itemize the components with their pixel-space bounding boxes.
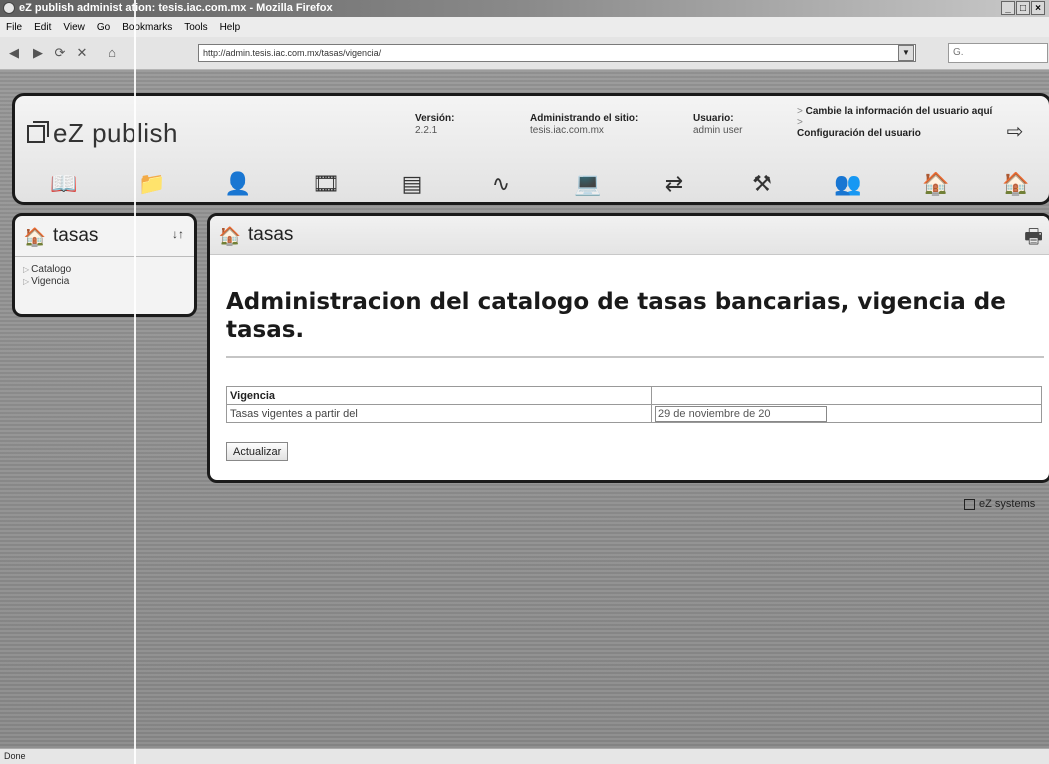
url-dropdown-icon[interactable]: ▼ [898, 45, 914, 61]
window-title: eZ publish administ ation: tesis.iac.com… [19, 2, 333, 14]
house-icon[interactable]: 🏠 [919, 168, 953, 200]
search-input[interactable]: G. [948, 43, 1048, 63]
tools-icon[interactable]: ⚒ [745, 168, 779, 200]
computer-help-icon[interactable]: 💻 [571, 168, 605, 200]
menu-bookmarks[interactable]: Bookmarks [122, 22, 172, 33]
triangle-icon: ▷ [23, 277, 30, 286]
left-panel-title: tasas [53, 225, 99, 246]
menu-help[interactable]: Help [220, 22, 241, 33]
vigencia-table: Vigencia Tasas vigentes a partir del [226, 386, 1042, 423]
user-value: admin user [693, 125, 743, 136]
chart-icon[interactable]: ∿ [484, 168, 518, 200]
firefox-icon [3, 2, 15, 14]
main-panel-title: tasas [248, 224, 294, 245]
list-item-vigencia[interactable]: ▷ Vigencia [23, 276, 71, 288]
collapse-toggle-icon[interactable]: ↓↑ [172, 227, 184, 241]
user-icon[interactable]: 👥 [831, 168, 865, 200]
triangle-icon: ▷ [23, 265, 30, 274]
page-viewport: eZ publish Versión: 2.2.1 Administrando … [0, 70, 1049, 748]
arrows-icon[interactable]: ⇄ [657, 168, 691, 200]
ez-systems-text: eZ systems [979, 498, 1036, 510]
heading-divider [226, 356, 1044, 358]
menu-bar: File Edit View Go Bookmarks Tools Help [0, 17, 1049, 37]
change-user-info-link[interactable]: > Cambie la información del usuario aquí [797, 106, 997, 117]
forward-icon[interactable]: ▶ [30, 45, 46, 61]
version-value: 2.2.1 [415, 125, 438, 136]
url-input[interactable]: http://admin.tesis.iac.com.mx/tasas/vige… [198, 44, 916, 62]
reload-icon[interactable]: ⟳ [52, 45, 68, 61]
main-panel-header: 🏠 tasas 🖶 [210, 216, 1049, 255]
navigation-toolbar: ◀ ▶ ⟳ ✕ ⌂ http://admin.tesis.iac.com.mx/… [0, 37, 1049, 70]
arrow-icon: > [797, 117, 803, 128]
folder-icon[interactable]: 📁 [135, 168, 169, 200]
menu-edit[interactable]: Edit [34, 22, 51, 33]
vertical-guide-line [134, 0, 136, 764]
user-links: > Cambie la información del usuario aquí… [797, 106, 997, 139]
form-icon[interactable]: ▤ [395, 168, 429, 200]
site-label: Administrando el sitio: [530, 113, 639, 124]
logo-text: eZ publish [53, 118, 178, 148]
table-header-row: Vigencia [226, 386, 1042, 405]
logout-icon[interactable]: ⇨ [1003, 120, 1027, 144]
film-icon[interactable]: 🎞 [309, 168, 343, 200]
site-value: tesis.iac.com.mx [530, 125, 604, 136]
admin-header: eZ publish Versión: 2.2.1 Administrando … [12, 93, 1049, 205]
site-info: Administrando el sitio: tesis.iac.com.mx [530, 113, 638, 137]
ez-systems-link[interactable]: eZ systems [964, 498, 1035, 510]
table-header-vigencia: Vigencia [226, 386, 652, 405]
ez-systems-logo-icon [964, 498, 975, 510]
change-user-info-text: Cambie la información del usuario aquí [805, 106, 993, 117]
ez-publish-logo: eZ publish [27, 118, 178, 149]
page-heading: Administracion del catalogo de tasas ban… [226, 289, 1006, 343]
user-info: Usuario: admin user [693, 113, 742, 137]
user-label: Usuario: [693, 113, 734, 124]
back-icon[interactable]: ◀ [6, 45, 22, 61]
row-label: Tasas vigentes a partir del [226, 404, 652, 423]
status-bar: Done [0, 748, 1049, 764]
house-icon: 🏠 [218, 226, 242, 246]
book-icon[interactable]: 📖 [47, 168, 81, 200]
home-nav-icon[interactable]: ⌂ [104, 45, 120, 61]
menu-go[interactable]: Go [97, 22, 110, 33]
minimize-button[interactable]: _ [1001, 1, 1015, 15]
menu-file[interactable]: File [6, 22, 22, 33]
window-controls: _ □ × [1001, 1, 1045, 15]
version-label: Versión: [415, 113, 455, 124]
vigencia-label: Vigencia [31, 276, 70, 287]
admin-toolbar: 📖 📁 👤 🎞 ▤ ∿ 💻 ⇄ ⚒ 👥 🏠 🏠 [39, 168, 1049, 202]
list-item-catalogo[interactable]: ▷ Catalogo [23, 264, 71, 276]
printer-icon[interactable]: 🖶 [1024, 222, 1043, 256]
version-info: Versión: 2.2.1 [415, 113, 454, 137]
maximize-button[interactable]: □ [1016, 1, 1030, 15]
portrait-icon[interactable]: 👤 [221, 168, 255, 200]
table-header-empty [651, 386, 1042, 405]
menu-view[interactable]: View [63, 22, 85, 33]
user-config-link[interactable]: Configuración del usuario [797, 128, 997, 139]
menu-tools[interactable]: Tools [184, 22, 207, 33]
main-panel: 🏠 tasas 🖶 Administracion del catalogo de… [207, 213, 1049, 483]
logo-mark-icon [27, 120, 49, 143]
left-panel-list: ▷ Catalogo ▷ Vigencia [23, 264, 71, 288]
date-input[interactable] [655, 405, 827, 422]
catalogo-label: Catalogo [31, 264, 72, 275]
date-cell [651, 404, 1042, 423]
house-icon: 🏠 [23, 227, 47, 247]
window-titlebar: eZ publish administ ation: tesis.iac.com… [0, 0, 1049, 17]
house-icon-2[interactable]: 🏠 [999, 168, 1033, 200]
left-panel: 🏠 tasas ↓↑ ▷ Catalogo ▷ Vigencia [12, 213, 197, 317]
stop-icon[interactable]: ✕ [74, 45, 90, 61]
actualizar-button[interactable]: Actualizar [226, 442, 289, 461]
left-panel-header: 🏠 tasas ↓↑ [15, 216, 194, 257]
close-button[interactable]: × [1031, 1, 1045, 15]
table-row: Tasas vigentes a partir del [226, 404, 1042, 423]
